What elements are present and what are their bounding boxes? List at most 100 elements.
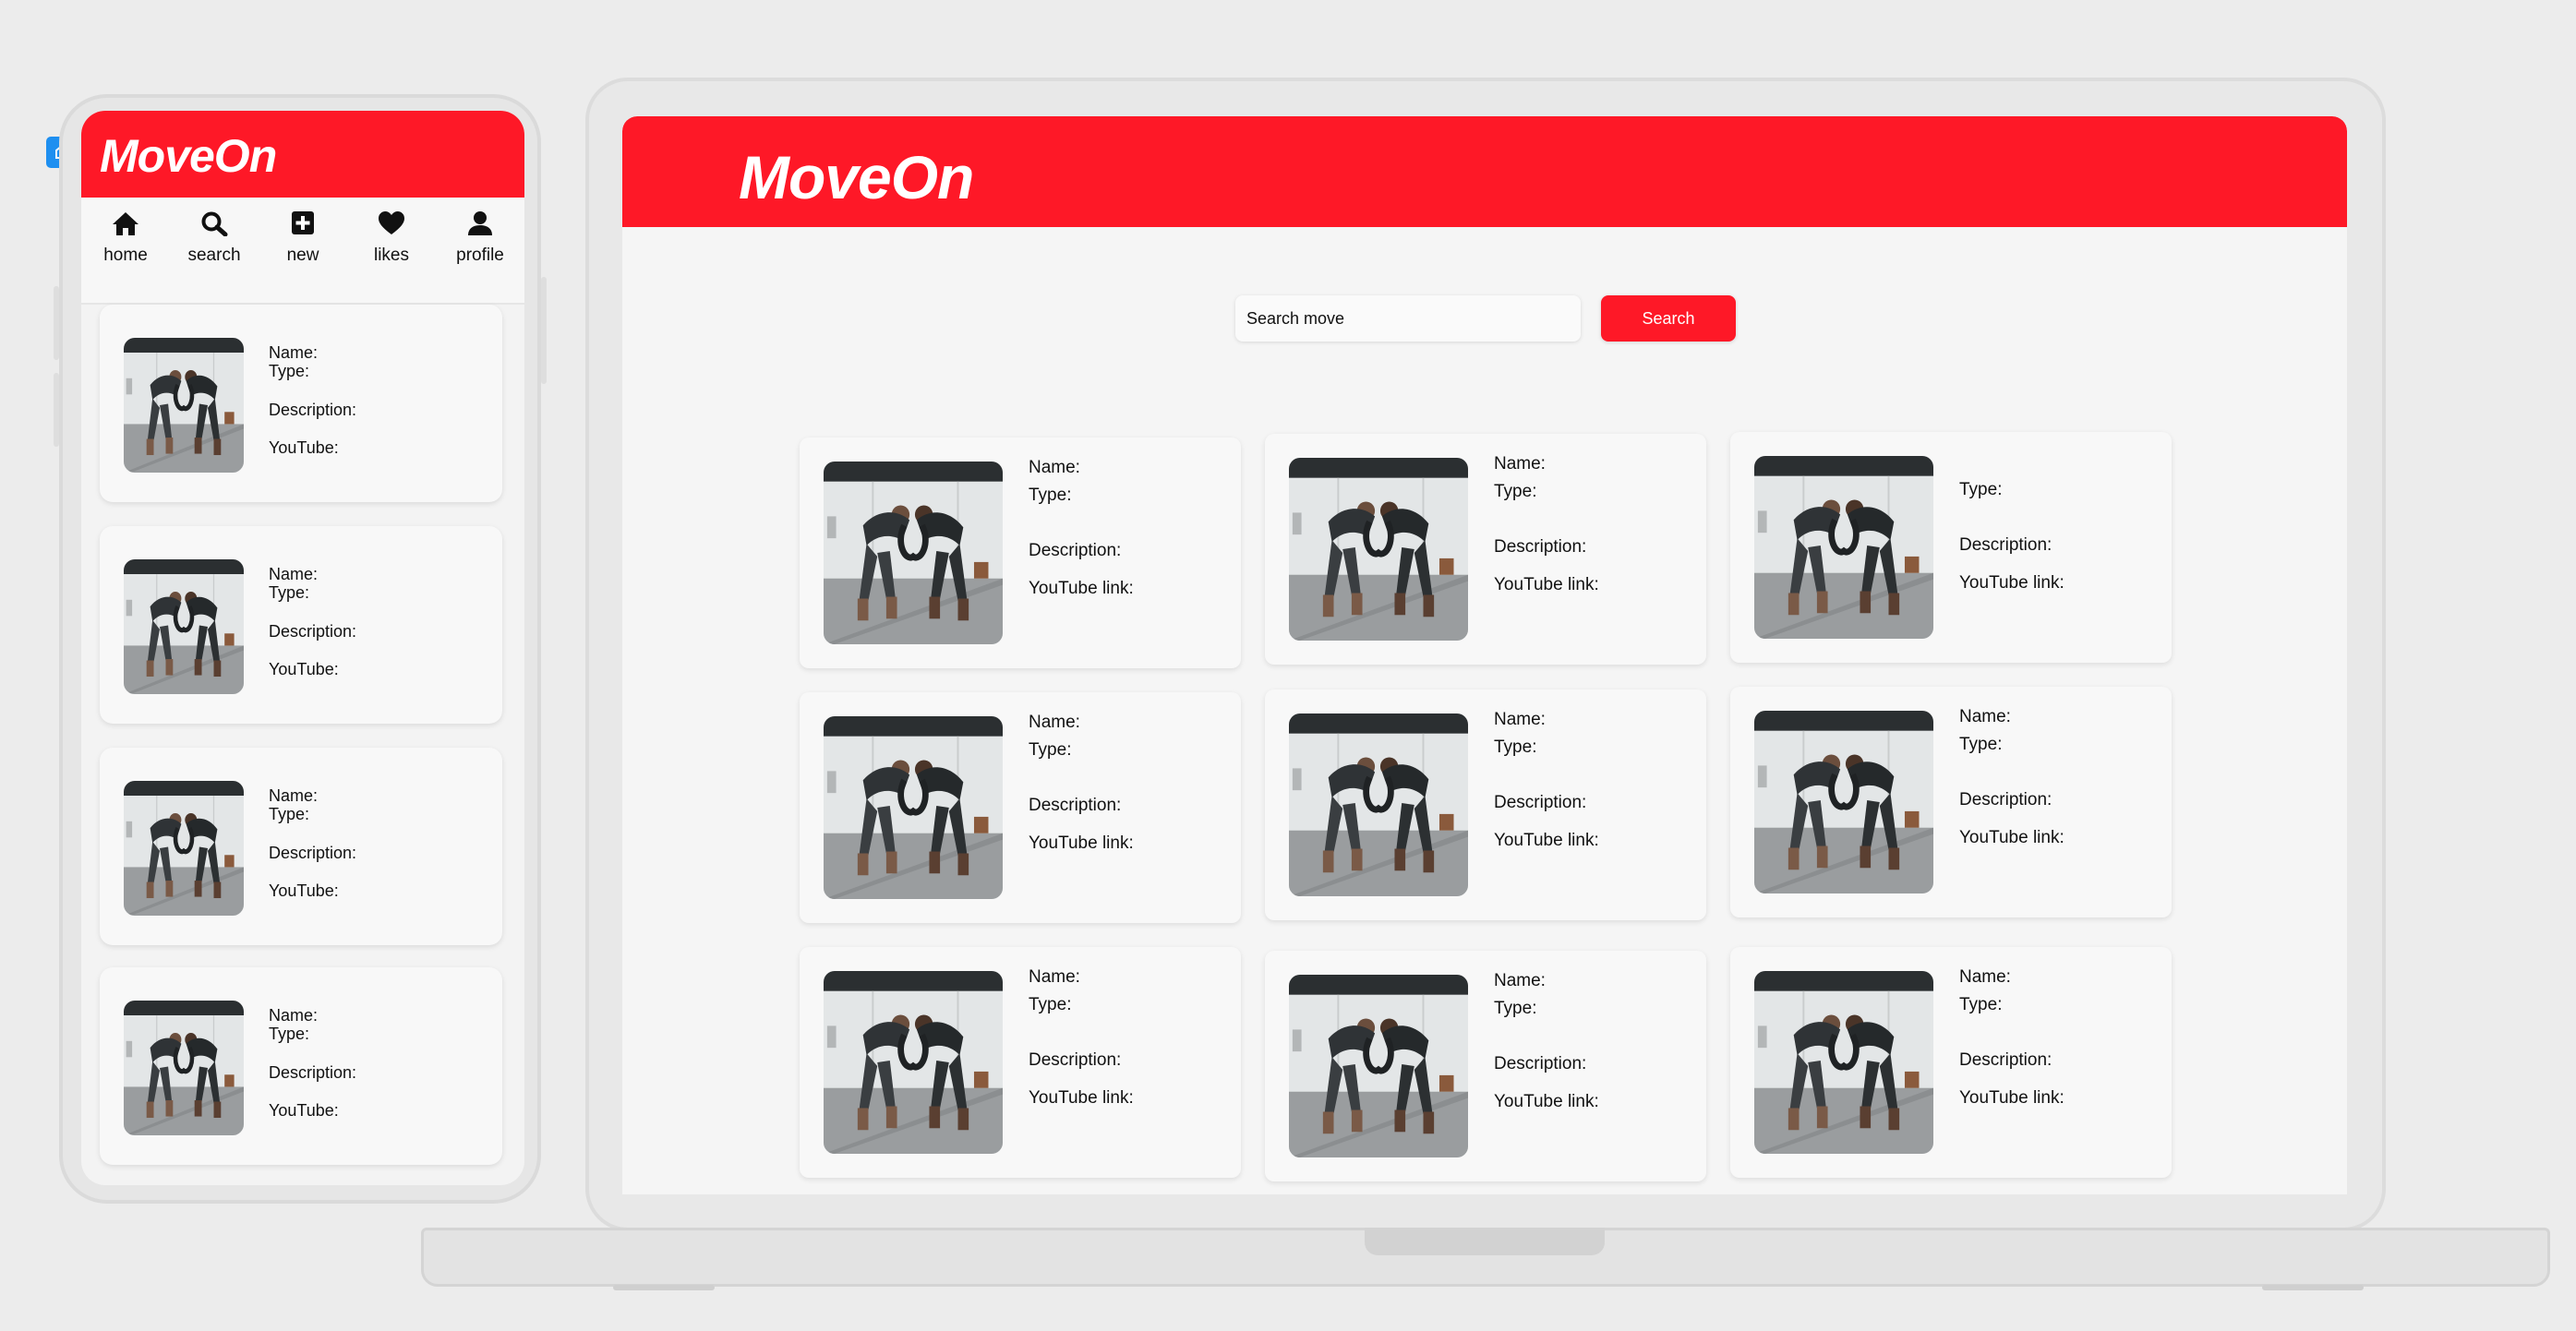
nav-item-search[interactable]: search <box>170 210 259 266</box>
desktop-screen: MoveOn Search Name: Type: Description: Y… <box>622 116 2347 1194</box>
field-youtube: YouTube: <box>269 660 339 678</box>
field-type: Type: <box>1494 482 1537 501</box>
move-card[interactable]: Name: Type: Description: YouTube link: <box>1730 947 2172 1178</box>
field-description: Description: <box>1959 790 2052 809</box>
field-name: Name: <box>1959 707 2011 726</box>
nav-label: likes <box>373 246 409 265</box>
field-description: Description: <box>1494 793 1587 812</box>
phone-side-button <box>54 286 59 360</box>
move-photo <box>124 1001 244 1135</box>
move-card[interactable]: Name: Type: Description: YouTube link: <box>800 947 1241 1178</box>
field-name: Name: <box>269 786 319 805</box>
move-card[interactable]: Name: Type: Description: YouTube link: <box>1265 951 1706 1181</box>
nav-label: home <box>103 246 148 265</box>
field-description: Description: <box>1029 796 1122 815</box>
field-description: Description: <box>1029 1050 1122 1070</box>
mobile-logo[interactable]: MoveOn <box>100 129 277 183</box>
mobile-move-card[interactable]: Name: Type: Description: YouTube: <box>100 967 502 1165</box>
field-description: Description: <box>1029 541 1122 560</box>
move-card[interactable]: Name: Type: Description: YouTube link: <box>1730 687 2172 917</box>
field-name: Name: <box>1494 710 1546 729</box>
field-name: Name: <box>269 343 319 362</box>
move-card[interactable]: Name: Type: Description: YouTube link: <box>800 438 1241 668</box>
nav-label: new <box>286 246 319 265</box>
field-name: Name: <box>269 565 319 583</box>
mobile-move-card[interactable]: Name: Type: Description: YouTube: <box>100 526 502 724</box>
field-youtube-link: YouTube link: <box>1959 573 2064 593</box>
field-youtube-link: YouTube link: <box>1959 828 2064 847</box>
field-type: Type: <box>1494 999 1537 1018</box>
field-description: Description: <box>1959 535 2052 555</box>
laptop-notch <box>1365 1228 1605 1255</box>
field-description: Description: <box>269 844 357 862</box>
move-photo <box>124 781 244 916</box>
move-photo <box>1754 711 1933 893</box>
user-icon <box>468 211 492 235</box>
field-type: Type: <box>1494 737 1537 757</box>
move-photo <box>824 971 1003 1154</box>
field-name: Name: <box>1029 458 1080 477</box>
field-type: Type: <box>269 1025 310 1043</box>
field-name: Name: <box>1494 971 1546 990</box>
home-icon <box>113 212 138 235</box>
search-icon <box>201 211 228 236</box>
phone-side-button <box>54 373 59 447</box>
field-description: Description: <box>269 622 357 641</box>
nav-label: search <box>187 246 241 265</box>
plus-square-icon <box>292 211 314 234</box>
field-youtube-link: YouTube link: <box>1029 833 1134 853</box>
field-type: Type: <box>1959 995 2003 1014</box>
move-photo <box>824 462 1003 644</box>
field-type: Type: <box>269 362 310 380</box>
field-type: Type: <box>1959 480 2003 499</box>
field-type: Type: <box>269 583 310 602</box>
mobile-move-card[interactable]: Name: Type: Description: YouTube: <box>100 748 502 945</box>
move-card[interactable]: Name: Type: Description: YouTube link: <box>800 692 1241 923</box>
move-photo <box>124 338 244 473</box>
field-youtube-link: YouTube link: <box>1494 1092 1599 1111</box>
field-youtube: YouTube: <box>269 1101 339 1120</box>
desktop-header: MoveOn <box>622 116 2347 227</box>
field-youtube: YouTube: <box>269 438 339 457</box>
nav-item-home[interactable]: home <box>81 210 170 266</box>
search-input[interactable] <box>1235 295 1581 342</box>
phone-side-button <box>541 277 547 384</box>
field-youtube: YouTube: <box>269 881 339 900</box>
laptop-foot <box>613 1285 715 1290</box>
mobile-header: MoveOn <box>81 111 524 198</box>
mobile-screen: MoveOn home search new likes profile Nam… <box>81 111 524 1185</box>
move-photo <box>1754 456 1933 639</box>
desktop-logo[interactable]: MoveOn <box>739 142 974 212</box>
field-youtube-link: YouTube link: <box>1029 579 1134 598</box>
field-description: Description: <box>1494 537 1587 557</box>
move-photo <box>124 559 244 694</box>
field-type: Type: <box>1029 740 1072 760</box>
move-photo <box>1289 975 1468 1157</box>
field-description: Description: <box>1494 1054 1587 1073</box>
mobile-nav-bar: home search new likes profile <box>81 198 524 305</box>
nav-label: profile <box>456 246 504 265</box>
mobile-move-card[interactable]: Name: Type: Description: YouTube: <box>100 305 502 502</box>
move-card[interactable]: Name: Type: Description: YouTube link: <box>1265 434 1706 665</box>
field-youtube-link: YouTube link: <box>1494 575 1599 594</box>
nav-item-new[interactable]: new <box>259 210 347 266</box>
search-button[interactable]: Search <box>1601 295 1736 342</box>
move-card[interactable]: Name: Type: Description: YouTube link: <box>1265 689 1706 920</box>
move-photo <box>1289 713 1468 896</box>
field-name: Name: <box>1029 713 1080 732</box>
field-name: Name: <box>269 1006 319 1025</box>
move-photo <box>1289 458 1468 641</box>
field-youtube-link: YouTube link: <box>1959 1088 2064 1108</box>
field-type: Type: <box>1029 486 1072 505</box>
field-name: Name: <box>1494 454 1546 474</box>
nav-item-likes[interactable]: likes <box>347 210 436 266</box>
heart-icon <box>379 211 404 234</box>
move-card[interactable]: Type: Description: YouTube link: <box>1730 432 2172 663</box>
field-type: Type: <box>269 805 310 823</box>
nav-item-profile[interactable]: profile <box>436 210 524 266</box>
field-description: Description: <box>269 1063 357 1082</box>
field-youtube-link: YouTube link: <box>1029 1088 1134 1108</box>
move-photo <box>824 716 1003 899</box>
field-description: Description: <box>1959 1050 2052 1070</box>
move-photo <box>1754 971 1933 1154</box>
